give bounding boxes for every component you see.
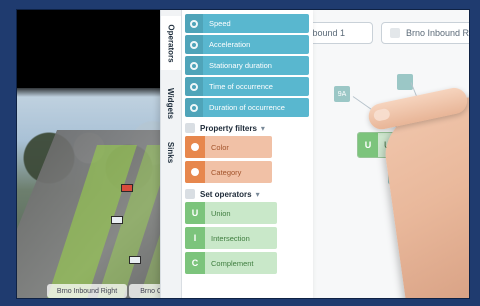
filter-label: Category bbox=[211, 167, 242, 177]
filter-color[interactable]: Color bbox=[185, 136, 272, 158]
operator-label: Acceleration bbox=[209, 40, 251, 49]
operators-panel: Operators Widgets Sinks Speed Accelerati… bbox=[160, 10, 313, 298]
operator-time-of-occurrence[interactable]: Time of occurrence bbox=[185, 77, 309, 96]
union-icon: U bbox=[358, 133, 378, 157]
filter-label: Color bbox=[211, 142, 229, 152]
gauge-icon bbox=[185, 14, 203, 33]
tab-label: Operators bbox=[166, 23, 176, 63]
chevron-down-icon: ▾ bbox=[255, 189, 260, 199]
graph-node-label: 9A bbox=[337, 90, 347, 98]
operator-label: Time of occurrence bbox=[209, 82, 273, 91]
property-filters-header[interactable]: Property filters ▾ bbox=[185, 123, 309, 133]
clock-icon bbox=[185, 77, 203, 96]
operator-label: Stationary duration bbox=[209, 61, 272, 70]
set-operator-union[interactable]: U Union bbox=[185, 202, 277, 224]
section-title: Set operators bbox=[200, 189, 252, 199]
tab-sinks[interactable]: Sinks bbox=[161, 134, 181, 170]
tab-label: Widgets bbox=[166, 87, 176, 119]
color-icon bbox=[185, 136, 205, 158]
tab-widgets[interactable]: Widgets bbox=[161, 82, 181, 124]
tab-label: Sinks bbox=[166, 141, 176, 163]
vehicle[interactable] bbox=[129, 256, 141, 264]
tab-operators[interactable]: Operators bbox=[161, 16, 181, 70]
section-title: Property filters bbox=[200, 123, 257, 133]
set-operator-complement[interactable]: C Complement bbox=[185, 252, 277, 274]
black-overlay bbox=[17, 10, 182, 88]
intersection-icon: I bbox=[185, 227, 205, 249]
set-operators-header[interactable]: Set operators ▾ bbox=[185, 189, 309, 199]
operator-acceleration[interactable]: Acceleration bbox=[185, 35, 309, 54]
chevron-down-icon: ▾ bbox=[260, 123, 265, 133]
filter-icon bbox=[185, 123, 195, 133]
operator-stationary-duration[interactable]: Stationary duration bbox=[185, 56, 309, 75]
gauge-icon bbox=[185, 35, 203, 54]
node-label: Brno Inbound Right bbox=[406, 28, 470, 38]
camera-label: Brno Inbound Right bbox=[47, 284, 127, 298]
complement-icon: C bbox=[185, 252, 205, 274]
panel-tabs: Operators Widgets Sinks bbox=[161, 10, 182, 298]
vehicle[interactable] bbox=[121, 184, 133, 192]
union-icon: U bbox=[185, 202, 205, 224]
graph-node[interactable]: 9A bbox=[334, 86, 350, 102]
panel-content: Speed Acceleration Stationary duration T… bbox=[185, 12, 309, 298]
set-icon bbox=[185, 189, 195, 199]
app-screen: Brno Inbound Right Brno Outbound mo Inbo… bbox=[16, 9, 470, 299]
clock-icon bbox=[185, 56, 203, 75]
operator-duration-of-occurrence[interactable]: Duration of occurrence bbox=[185, 98, 309, 117]
vehicle[interactable] bbox=[111, 216, 123, 224]
clock-icon bbox=[185, 98, 203, 117]
set-operator-intersection[interactable]: I Intersection bbox=[185, 227, 277, 249]
set-operator-label: Complement bbox=[211, 258, 254, 268]
operator-speed[interactable]: Speed bbox=[185, 14, 309, 33]
set-operator-label: Union bbox=[211, 208, 231, 218]
node-icon bbox=[390, 28, 400, 38]
operator-label: Duration of occurrence bbox=[209, 103, 285, 112]
car-icon bbox=[185, 161, 205, 183]
operator-label: Speed bbox=[209, 19, 231, 28]
filter-category[interactable]: Category bbox=[185, 161, 272, 183]
set-operator-label: Intersection bbox=[211, 233, 250, 243]
source-node-brno-inbound-right[interactable]: Brno Inbound Right bbox=[381, 22, 470, 44]
